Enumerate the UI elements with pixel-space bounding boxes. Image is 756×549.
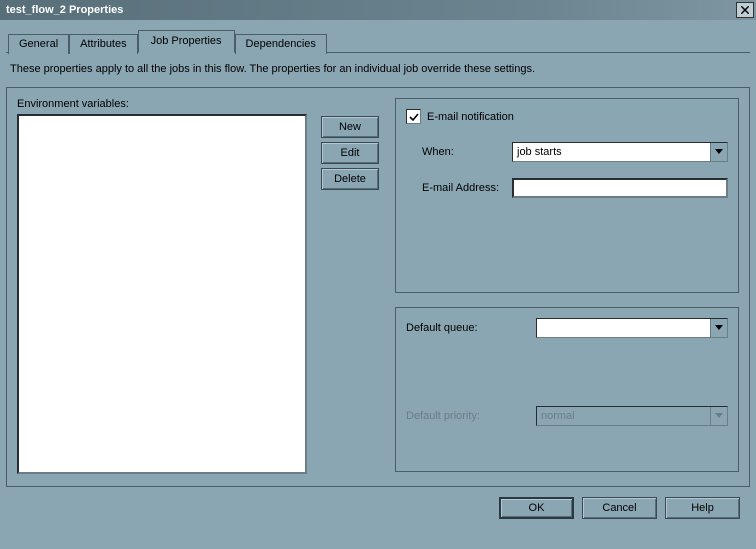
email-address-input[interactable]	[512, 178, 728, 198]
email-notification-panel: E-mail notification When: job starts E-m…	[395, 98, 739, 293]
new-button[interactable]: New	[321, 116, 379, 138]
ok-button[interactable]: OK	[499, 497, 574, 519]
checkmark-icon	[409, 112, 419, 122]
delete-button[interactable]: Delete	[321, 168, 379, 190]
tab-dependencies[interactable]: Dependencies	[235, 34, 327, 54]
main-panel: Environment variables: New Edit Delete E…	[6, 87, 750, 487]
default-queue-arrow[interactable]	[710, 319, 727, 337]
tab-general[interactable]: General	[8, 34, 69, 54]
email-address-label: E-mail Address:	[422, 182, 512, 194]
default-queue-select[interactable]	[536, 318, 728, 338]
dialog-buttons: OK Cancel Help	[6, 497, 740, 519]
default-priority-select: normal	[536, 406, 728, 426]
email-notification-label: E-mail notification	[427, 111, 514, 123]
email-notification-checkbox[interactable]	[406, 109, 421, 124]
close-icon	[741, 6, 749, 14]
when-label: When:	[422, 146, 512, 158]
help-button[interactable]: Help	[665, 497, 740, 519]
chevron-down-icon	[715, 325, 723, 331]
tabs: General Attributes Job Properties Depend…	[8, 30, 750, 53]
chevron-down-icon	[715, 413, 723, 419]
when-select-value: job starts	[517, 146, 562, 158]
env-variables-label: Environment variables:	[17, 98, 307, 110]
when-select-arrow[interactable]	[710, 143, 727, 161]
default-priority-label: Default priority:	[406, 410, 536, 422]
default-queue-label: Default queue:	[406, 322, 536, 334]
edit-button[interactable]: Edit	[321, 142, 379, 164]
env-variables-listbox[interactable]	[17, 114, 307, 474]
close-button[interactable]	[736, 2, 754, 18]
tab-description: These properties apply to all the jobs i…	[10, 63, 746, 75]
default-priority-value: normal	[541, 410, 575, 422]
titlebar: test_flow_2 Properties	[0, 0, 756, 20]
window-title: test_flow_2 Properties	[6, 4, 123, 16]
tab-job-properties[interactable]: Job Properties	[138, 30, 235, 53]
default-priority-arrow	[710, 407, 727, 425]
cancel-button[interactable]: Cancel	[582, 497, 657, 519]
when-select[interactable]: job starts	[512, 142, 728, 162]
chevron-down-icon	[715, 149, 723, 155]
tab-attributes[interactable]: Attributes	[69, 34, 137, 54]
default-queue-panel: Default queue: Default priority: normal	[395, 307, 739, 472]
